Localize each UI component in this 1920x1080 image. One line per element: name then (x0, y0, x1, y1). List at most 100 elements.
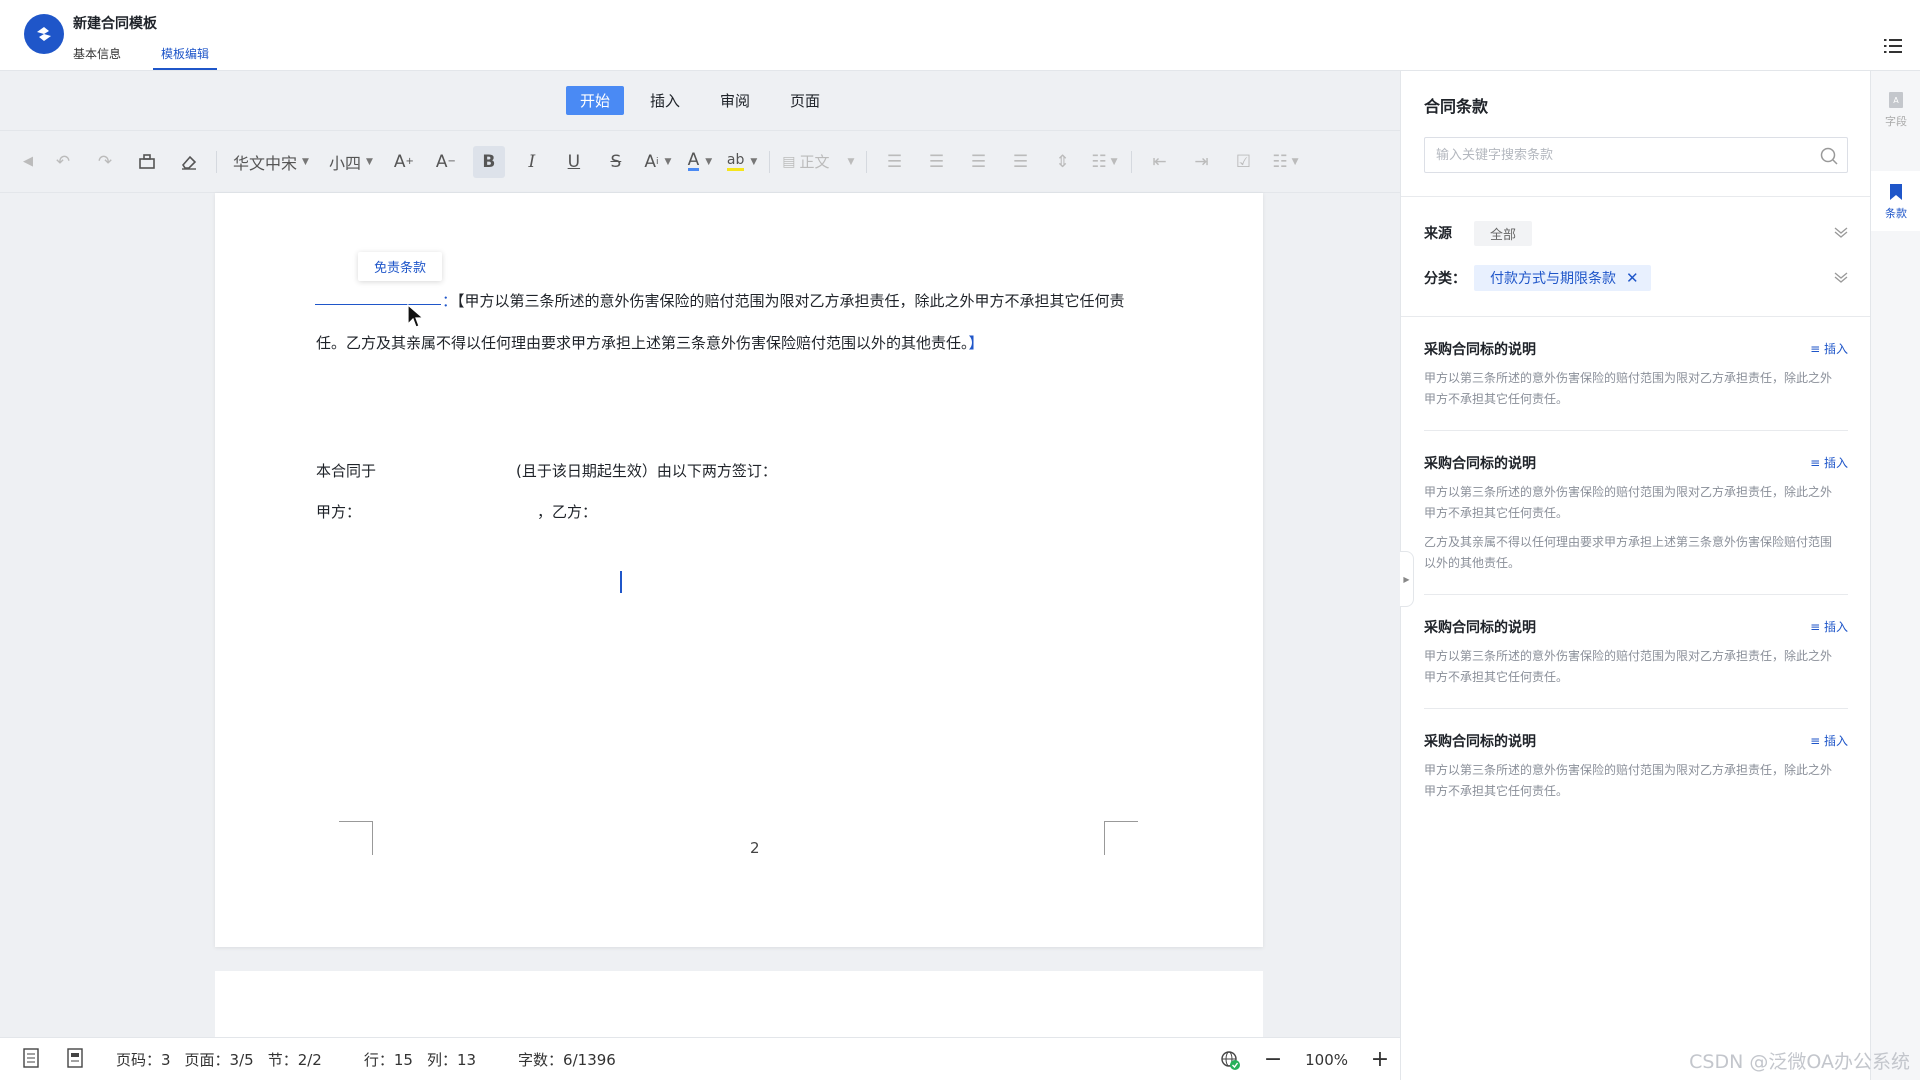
clause-card-desc: 甲方以第三条所述的意外伤害保险的赔付范围为限对乙方承担责任，除此之外甲方不承担其… (1424, 371, 1833, 406)
clause-text-2: 任。乙方及其亲属不得以任何理由要求甲方承担上述第三条意外伤害保险赔付范围以外的其… (316, 334, 969, 352)
justify-icon[interactable]: ☰ (1005, 146, 1035, 178)
strikethrough-icon[interactable]: S (601, 146, 631, 178)
outline-view-icon[interactable] (66, 1048, 88, 1070)
toolbar-divider (216, 150, 217, 173)
source-chip-all[interactable]: 全部 (1474, 221, 1533, 246)
clause-card-desc: 乙方及其亲属不得以任何理由要求甲方承担上述第三条意外伤害保险赔付范围以外的其他责… (1424, 535, 1833, 570)
font-size-value: 小四 (328, 153, 361, 173)
font-family-select[interactable]: 华文中宋 ▼ (233, 150, 309, 174)
tab-start[interactable]: 开始 (565, 86, 624, 115)
card-divider (1424, 708, 1848, 709)
clause-search-input[interactable] (1425, 138, 1847, 172)
category-chip[interactable]: 付款方式与期限条款 ✕ (1474, 265, 1651, 291)
clause-line-1[interactable]: ：【甲方以第三条所述的意外伤害保险的赔付范围为限对乙方承担责任，除此之外甲方不承… (316, 291, 1125, 311)
list-menu-icon[interactable] (1884, 38, 1902, 54)
ribbon-tabs: 开始 插入 审阅 页面 (0, 71, 1400, 130)
panel-title: 合同条款 (1424, 97, 1489, 116)
underline-icon[interactable]: U (559, 146, 589, 178)
toolbar-divider (866, 150, 868, 173)
tab-page[interactable]: 页面 (776, 86, 834, 115)
zoom-in-button[interactable]: + (1370, 1047, 1390, 1072)
bookmark-icon (1890, 184, 1902, 200)
bulleted-list-icon[interactable]: ☷ ▼ (1270, 146, 1300, 178)
app-logo-icon (24, 14, 64, 54)
page-code: 页码：3 (116, 1050, 171, 1069)
insert-label: 插入 (1823, 734, 1848, 748)
decrease-font-icon[interactable]: A − (431, 146, 461, 178)
clause-card: 采购合同标的说明 ≡ 插入 甲方以第三条所述的意外伤害保险的赔付范围为限对乙方承… (1424, 731, 1848, 802)
close-icon[interactable]: ✕ (1626, 269, 1639, 287)
tab-template-edit[interactable]: 模板编辑 (153, 45, 218, 70)
align-center-icon[interactable]: ☰ (921, 146, 951, 178)
expand-chevron-icon[interactable] (1834, 270, 1848, 284)
sign-line[interactable]: 本合同于 (且于该日期起生效）由以下两方签订： (316, 461, 777, 481)
panel-divider (1401, 196, 1871, 197)
caret-down-icon: ▼ (365, 156, 373, 167)
word-count: 字数：6/1396 (518, 1050, 616, 1069)
insert-clause-button[interactable]: ≡ 插入 (1810, 732, 1848, 749)
tab-review[interactable]: 审阅 (706, 86, 764, 115)
format-painter-icon[interactable] (132, 146, 162, 178)
redo-icon[interactable]: ↷ (90, 146, 120, 178)
zoom-out-button[interactable]: − (1263, 1047, 1283, 1072)
side-strip: A 字段 条款 (1870, 71, 1920, 1080)
clause-colon: ： (442, 292, 458, 310)
page-view-icon[interactable] (22, 1048, 44, 1070)
tab-insert[interactable]: 插入 (636, 86, 694, 115)
document-page[interactable]: 免责条款 ：【甲方以第三条所述的意外伤害保险的赔付范围为限对乙方承担责任，除此之… (215, 193, 1263, 947)
align-left-icon[interactable]: ☰ (879, 146, 909, 178)
insert-clause-button[interactable]: ≡ 插入 (1810, 618, 1848, 635)
back-icon[interactable]: ◀ (20, 146, 36, 178)
undo-icon[interactable]: ↶ (48, 146, 78, 178)
clause-line-2[interactable]: 任。乙方及其亲属不得以任何理由要求甲方承担上述第三条意外伤害保险赔付范围以外的其… (316, 333, 984, 353)
expand-chevron-icon[interactable] (1834, 225, 1848, 239)
tab-basic-info[interactable]: 基本信息 (73, 45, 121, 70)
zoom-level: 100% (1305, 1050, 1348, 1069)
clause-card-title: 采购合同标的说明 (1424, 734, 1536, 750)
indent-icon[interactable]: ⇥ (1186, 146, 1216, 178)
text-caret (620, 571, 622, 593)
superscript-icon[interactable]: Ai ▼ (643, 146, 673, 178)
insert-clause-button[interactable]: ≡ 插入 (1810, 454, 1848, 471)
align-right-icon[interactable]: ☰ (963, 146, 993, 178)
bold-icon[interactable]: B (472, 145, 505, 178)
clause-panel: ▶ 合同条款 来源 全部 分类： 付款方式与期限条款 ✕ 采购合同标的说明 ≡ … (1400, 71, 1871, 1080)
clause-search-box (1424, 137, 1848, 173)
zoom-controls: − 100% + (1219, 1038, 1390, 1080)
strip-item-clauses[interactable]: 条款 (1871, 171, 1920, 231)
increase-font-icon[interactable]: A + (389, 146, 419, 178)
insert-clause-button[interactable]: ≡ 插入 (1810, 340, 1848, 357)
party-line[interactable]: 甲方： ，乙方： (316, 502, 597, 522)
page-corner-mark-right (1104, 821, 1138, 855)
paragraph-style-value: 正文 (799, 153, 830, 171)
globe-check-icon[interactable] (1219, 1049, 1241, 1071)
svg-text:A: A (1893, 96, 1899, 105)
field-icon: A (1889, 92, 1903, 108)
page-corner-mark-left (339, 821, 373, 855)
eraser-icon[interactable] (174, 146, 204, 178)
paragraph-spacing-icon[interactable]: ☷ ▼ (1089, 146, 1119, 178)
document-page-next[interactable] (215, 971, 1263, 1037)
search-icon[interactable] (1819, 146, 1839, 166)
clause-card: 采购合同标的说明 ≡ 插入 甲方以第三条所述的意外伤害保险的赔付范围为限对乙方承… (1424, 453, 1848, 574)
outdent-icon[interactable]: ⇤ (1144, 146, 1174, 178)
formatting-toolbar: ◀ ↶ ↷ 华文中宋 ▼ 小四 ▼ A + A − B I U S Ai ▼ A ▼ ab ▼… (0, 130, 1400, 193)
italic-icon[interactable]: I (517, 146, 547, 178)
panel-collapse-handle[interactable]: ▶ (1400, 551, 1414, 607)
font-color-icon[interactable]: A ▼ (685, 146, 715, 178)
insert-label: 插入 (1823, 456, 1848, 470)
section-info: 节：2/2 (267, 1050, 322, 1069)
category-chip-label: 付款方式与期限条款 (1490, 271, 1616, 287)
strip-item-fields[interactable]: A 字段 (1871, 91, 1920, 129)
paragraph-style-icon[interactable]: ▤ 正文 ▼ (782, 146, 854, 178)
clause-card-desc: 甲方以第三条所述的意外伤害保险的赔付范围为限对乙方承担责任，除此之外甲方不承担其… (1424, 485, 1833, 520)
page-count: 页面：3/5 (184, 1050, 254, 1069)
clause-tag[interactable]: 免责条款 (358, 252, 443, 281)
line-spacing-icon[interactable]: ⇕ (1047, 146, 1077, 178)
highlight-icon[interactable]: ab ▼ (726, 146, 757, 178)
checkbox-icon[interactable]: ☑ (1228, 146, 1258, 178)
font-size-select[interactable]: 小四 ▼ (329, 150, 373, 174)
insert-label: 插入 (1823, 342, 1848, 356)
watermark: CSDN @泛微OA办公系统 (1689, 1051, 1910, 1073)
card-divider (1424, 594, 1848, 595)
